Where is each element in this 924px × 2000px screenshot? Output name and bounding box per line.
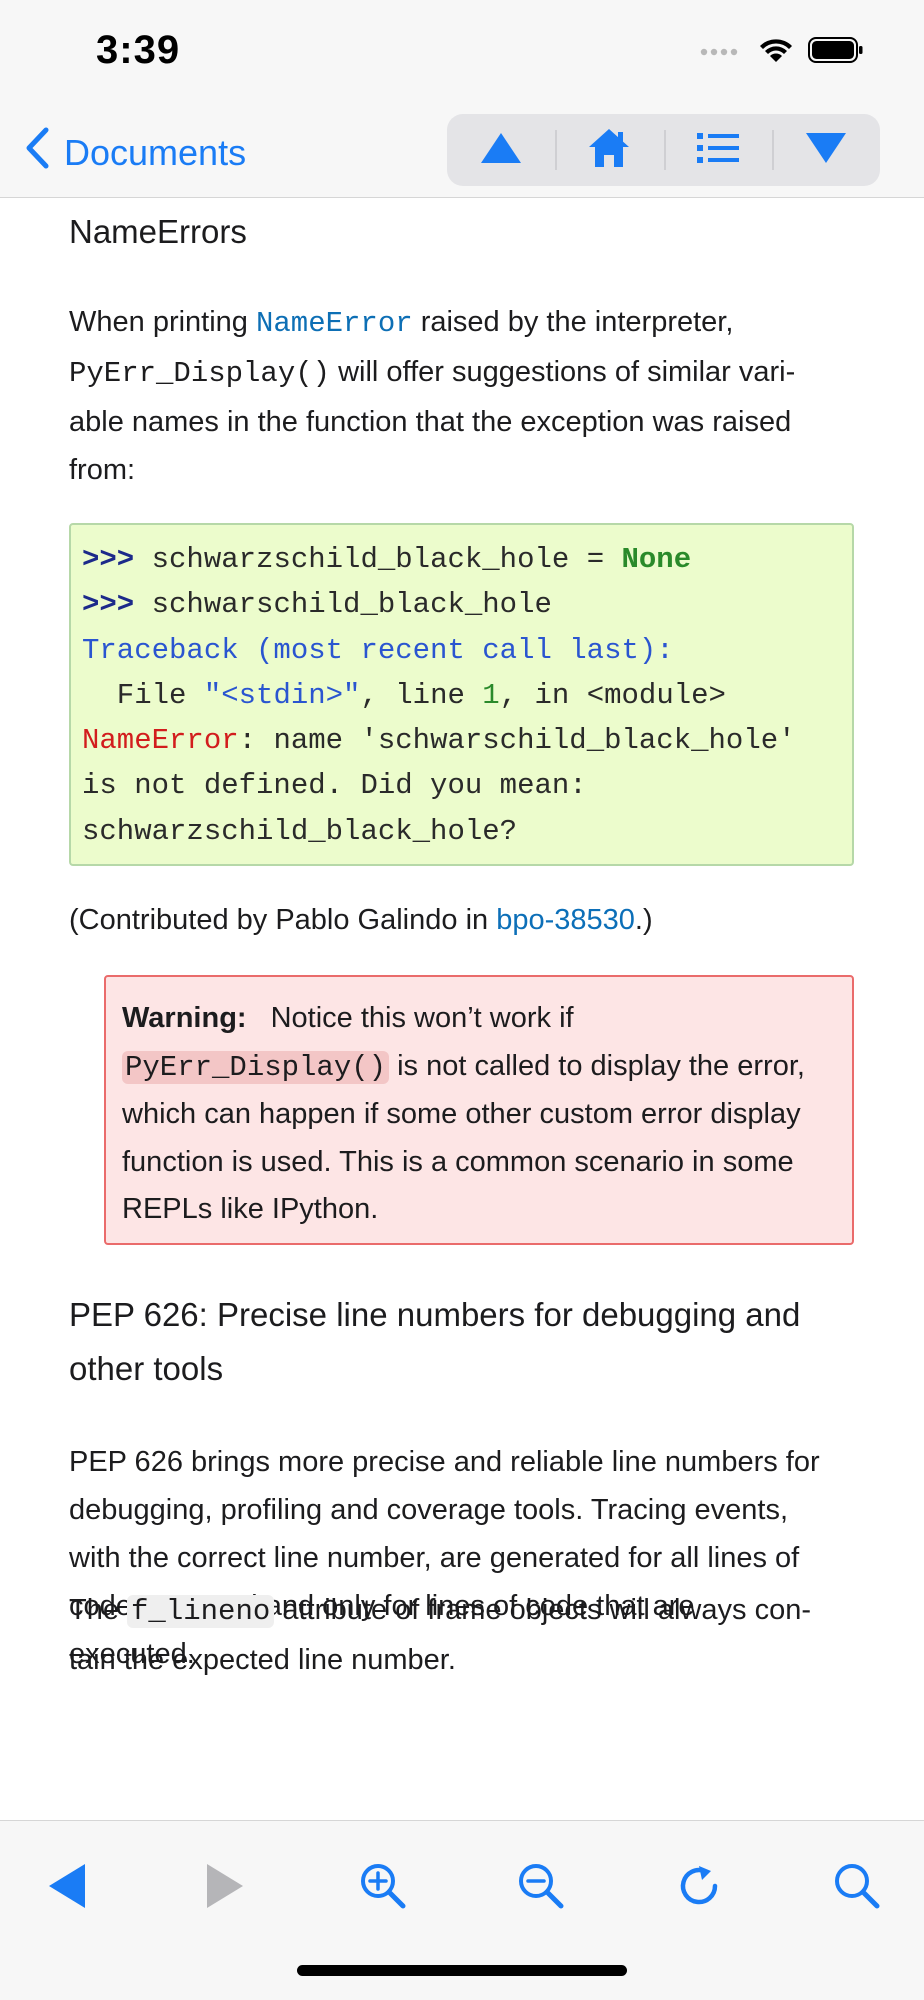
text-line: with the correct line number, are genera… [69, 1542, 800, 1574]
reload-button[interactable] [664, 1853, 734, 1923]
paragraph-nameerror-intro: When printing NameError raised by the in… [69, 298, 859, 494]
code-line: >>> schwarzschild_black_hole = None [82, 537, 841, 582]
text-line: debugging, profiling and coverage tools.… [69, 1494, 789, 1526]
code-line: schwarzschild_black_hole? [82, 814, 518, 848]
home-icon [587, 127, 631, 174]
contribution-note: (Contributed by Pablo Galindo in bpo-385… [69, 896, 859, 944]
table-of-contents-button[interactable] [663, 114, 772, 186]
reload-icon [675, 1862, 723, 1915]
text-span: will offer suggestions of similar vari- [330, 356, 796, 388]
next-down-icon [804, 131, 848, 170]
code-text: schwarschild_black_hole [134, 588, 552, 622]
status-time: 3:39 [96, 28, 181, 72]
warning-admonition: Warning: Notice this won’t work if PyErr_… [104, 975, 854, 1245]
text-span: raised by the interpreter, [412, 306, 734, 338]
code-pyerr-display: PyErr_Display() [69, 357, 331, 390]
code-line: File "<stdin>", line 1, in <module> [82, 673, 841, 718]
code-pyerr-display: PyErr_Display() [122, 1050, 390, 1084]
code-example-block: >>> schwarzschild_black_hole = None >>> … [69, 523, 854, 866]
list-icon [696, 131, 739, 170]
code-keyword: None [621, 543, 692, 576]
zoom-out-button[interactable] [506, 1853, 576, 1923]
text-span: The [69, 1594, 128, 1626]
code-prompt: >>> [82, 588, 135, 622]
home-button[interactable] [555, 114, 663, 186]
previous-page-button[interactable] [447, 114, 555, 186]
text-line: When printing NameError raised by the in… [69, 298, 859, 348]
navigation-bar: Documents [0, 104, 924, 198]
status-bar: 3:39 [0, 0, 924, 104]
text-span: Notice this won’t work if [270, 1002, 574, 1034]
section-heading-nameerrors: NameErrors [69, 213, 247, 250]
battery-icon [808, 36, 864, 69]
text-line: Warning: Notice this won’t work if [122, 995, 836, 1043]
code-text: File [82, 678, 204, 712]
code-text: schwarzschild_black_hole = [134, 543, 622, 576]
previous-up-icon [479, 131, 523, 170]
text-line: which can happen if some other custom er… [122, 1098, 801, 1130]
code-error-name: NameError [82, 724, 239, 758]
bpo-38530-link[interactable]: bpo-38530 [496, 904, 635, 936]
text-span: attribute of frame objects will always c… [274, 1594, 811, 1626]
text-line: able names in the function that the exce… [69, 406, 792, 438]
search-icon [833, 1862, 881, 1915]
cellular-signal-icon [700, 43, 744, 62]
text-line: PyErr_Display() is not called to display… [122, 1043, 836, 1092]
forward-triangle-icon [205, 1862, 245, 1915]
section-heading-pep626: PEP 626: Precise line numbers for debugg… [69, 1296, 801, 1387]
text-span: (Contributed by Pablo Galindo in [69, 904, 497, 936]
chevron-left-icon [24, 126, 50, 179]
back-triangle-icon [47, 1862, 87, 1915]
code-number: 1 [482, 678, 500, 712]
text-line: The f_lineno attribute of frame objects … [69, 1586, 859, 1636]
code-nameerror[interactable]: NameError [256, 307, 413, 340]
back-button[interactable]: Documents [24, 126, 246, 179]
code-line-traceback: Traceback (most recent call last): [82, 633, 674, 667]
zoom-out-icon [517, 1862, 565, 1915]
text-span: is not called to display the error, [389, 1049, 805, 1082]
document-content: NameErrors When printing NameError raise… [0, 198, 924, 1820]
code-line: >>> schwarschild_black_hole [82, 582, 841, 627]
search-button[interactable] [822, 1853, 892, 1923]
paragraph-f-lineno: The f_lineno attribute of frame objects … [69, 1586, 859, 1684]
next-page-button[interactable] [771, 114, 880, 186]
code-line: is not defined. Did you mean: [82, 769, 587, 803]
text-line: from: [69, 454, 136, 486]
text-line: function is used. This is a common scena… [122, 1145, 794, 1178]
zoom-in-icon [359, 1862, 407, 1915]
code-f-lineno: f_lineno [127, 1595, 275, 1628]
text-line: PEP 626 brings more precise and reliable… [69, 1446, 820, 1478]
status-indicators [700, 36, 864, 69]
history-back-button[interactable] [32, 1853, 102, 1923]
code-prompt: >>> [82, 543, 135, 576]
code-string: "<stdin>" [203, 678, 361, 712]
page-navigation-controls [447, 114, 880, 186]
zoom-in-button[interactable] [348, 1853, 418, 1923]
code-text: , line [360, 678, 483, 712]
text-span: When printing [69, 306, 256, 338]
history-forward-button[interactable] [190, 1853, 260, 1923]
code-text: , in <module> [499, 678, 726, 712]
back-button-label: Documents [64, 131, 247, 173]
code-line: NameError: name 'schwarschild_black_hole… [82, 718, 841, 763]
warning-label: Warning: [122, 1002, 247, 1034]
wifi-icon [758, 36, 794, 69]
text-line: tain the expected line number. [69, 1644, 456, 1676]
text-line: PyErr_Display() will offer suggestions o… [69, 348, 859, 398]
home-indicator [297, 1965, 627, 1976]
text-span: .) [634, 904, 653, 936]
text-line: REPLs like IPython. [122, 1193, 379, 1225]
code-text: : name 'schwarschild_black_hole' [238, 724, 796, 758]
